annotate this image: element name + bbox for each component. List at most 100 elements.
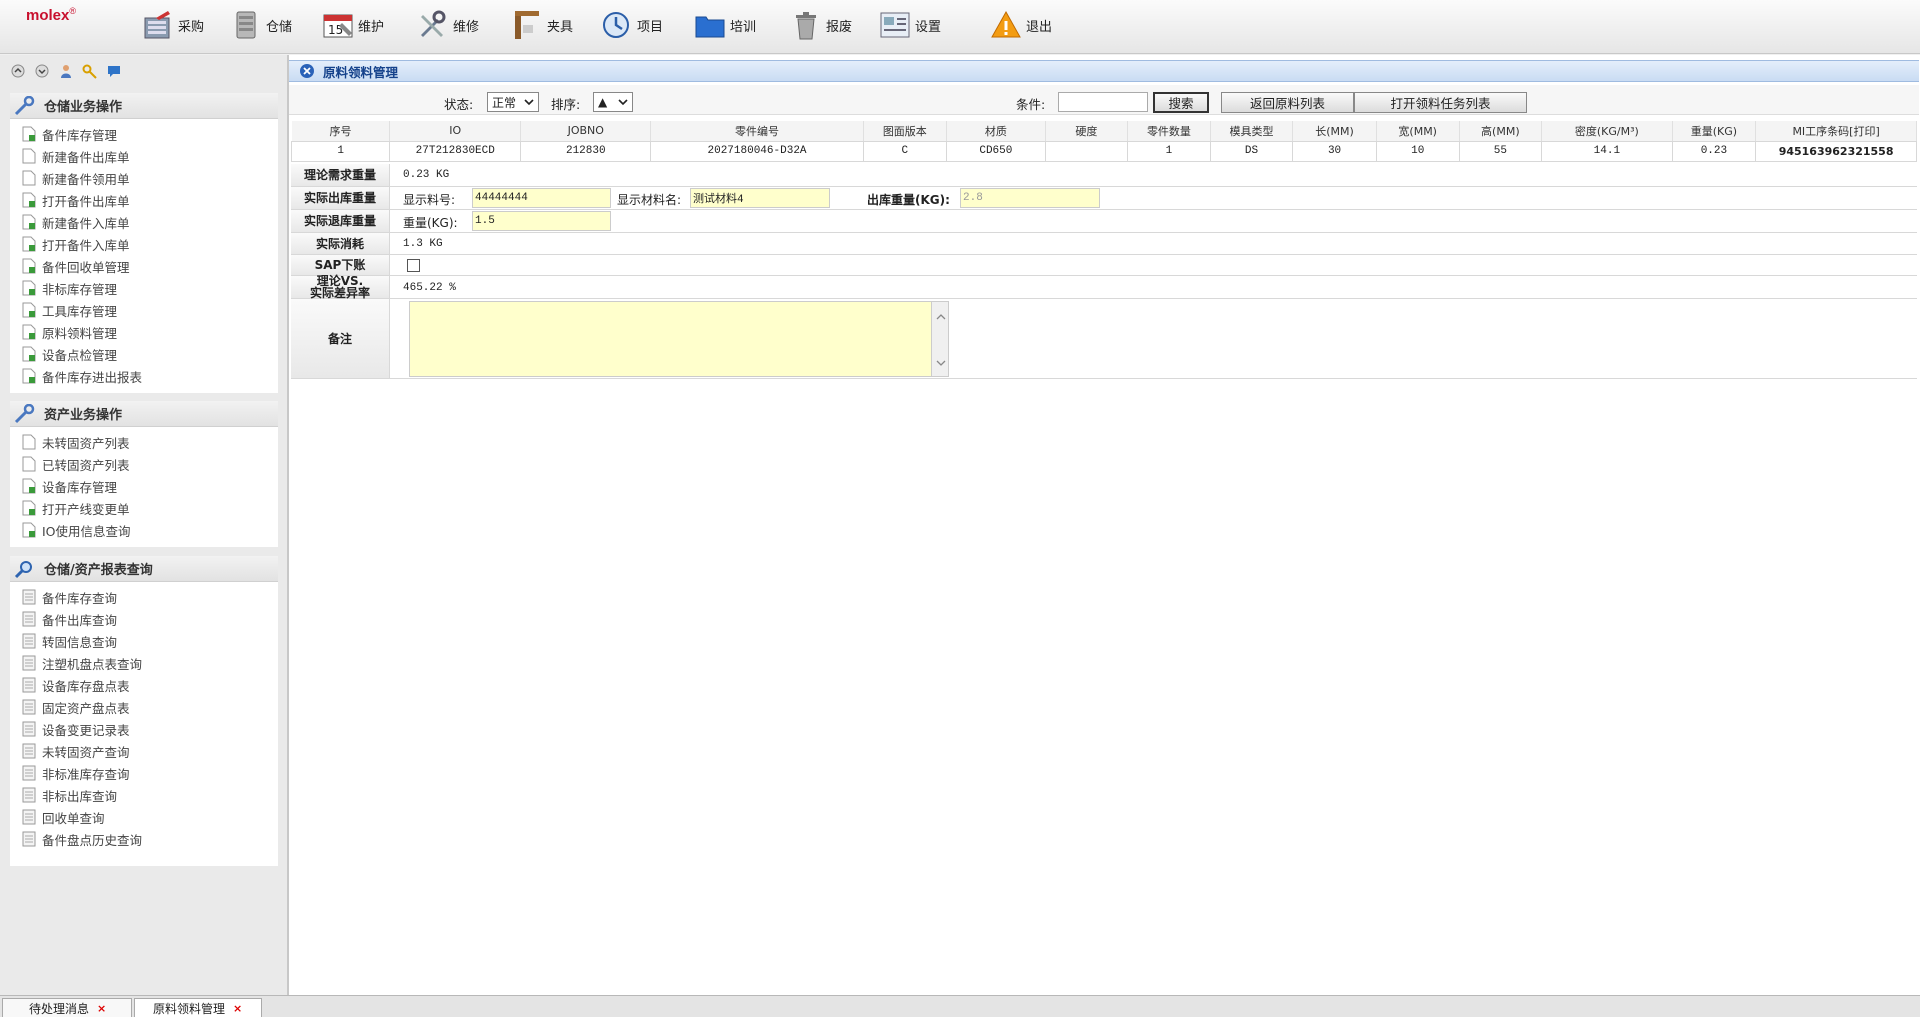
collapse-up-icon[interactable] xyxy=(10,63,26,79)
sidebar-item[interactable]: 设备库存盘点表 xyxy=(10,674,278,696)
close-panel-icon[interactable] xyxy=(299,63,315,79)
column-header[interactable]: 图面版本 xyxy=(863,121,948,142)
column-header[interactable]: 重量(KG) xyxy=(1672,121,1757,142)
column-header[interactable]: 长(MM) xyxy=(1292,121,1377,142)
sidebar-item[interactable]: IO使用信息查询 xyxy=(10,519,278,541)
column-header[interactable]: 宽(MM) xyxy=(1376,121,1460,142)
sidebar-item[interactable]: 非标库存管理 xyxy=(10,277,278,299)
sidebar-item[interactable]: 已转固资产列表 xyxy=(10,453,278,475)
toolbar-purchase-button[interactable]: 采购 xyxy=(142,5,204,45)
sidebar-item[interactable]: 新建备件入库单 xyxy=(10,211,278,233)
sidebar-item[interactable]: 备件库存管理 xyxy=(10,123,278,145)
toolbar-settings-button[interactable]: 设置 xyxy=(879,5,941,45)
document-icon xyxy=(22,170,36,186)
sidebar-item[interactable]: 新建备件领用单 xyxy=(10,167,278,189)
sidebar-item-label: 备件库存查询 xyxy=(42,590,118,606)
sidebar-item[interactable]: 未转固资产列表 xyxy=(10,431,278,453)
column-header[interactable]: 高(MM) xyxy=(1459,121,1543,142)
weight-field[interactable]: 1.5 xyxy=(472,211,611,231)
purchase-icon xyxy=(144,11,170,39)
diff-value: 465.22 % xyxy=(403,282,456,294)
column-header[interactable]: 材质 xyxy=(946,121,1046,142)
sidebar-item[interactable]: 非标出库查询 xyxy=(10,784,278,806)
sidebar-item[interactable]: 转固信息查询 xyxy=(10,630,278,652)
toolbar-fixture-button[interactable]: 夹具 xyxy=(511,5,573,45)
column-header[interactable]: JOBNO xyxy=(520,121,652,142)
search-button[interactable]: 搜索 xyxy=(1153,92,1209,113)
sidebar-item[interactable]: 回收单查询 xyxy=(10,806,278,828)
diff-label: 理论VS. 实际差异率 xyxy=(291,275,390,299)
chat-icon[interactable] xyxy=(106,63,122,79)
table-cell: 1 xyxy=(1127,140,1211,162)
sidebar-item[interactable]: 新建备件出库单 xyxy=(10,145,278,167)
toolbar-storage-button[interactable]: 仓储 xyxy=(230,5,292,45)
tab-material-picking[interactable]: 原料领料管理 × xyxy=(134,998,262,1017)
scroll-down-icon[interactable] xyxy=(935,358,947,368)
section-header[interactable]: 资产业务操作 xyxy=(10,401,278,427)
sidebar-item-label: 回收单查询 xyxy=(42,810,105,826)
wrench-icon xyxy=(14,95,35,115)
status-select[interactable]: 正常 xyxy=(487,92,539,112)
column-header[interactable]: 零件数量 xyxy=(1127,121,1211,142)
sidebar-item-label: 未转固资产查询 xyxy=(42,744,130,760)
sidebar-item[interactable]: 备件库存进出报表 xyxy=(10,365,278,387)
sap-checkbox[interactable] xyxy=(407,259,420,272)
sort-select[interactable]: ▲ xyxy=(593,92,633,112)
toolbar-project-button[interactable]: 项目 xyxy=(601,5,663,45)
sidebar-item[interactable]: 备件盘点历史查询 xyxy=(10,828,278,850)
mat-no-label: 显示料号: xyxy=(403,193,456,207)
back-to-list-button[interactable]: 返回原料列表 xyxy=(1221,92,1354,113)
condition-input[interactable] xyxy=(1058,92,1148,112)
sidebar-item[interactable]: 打开产线变更单 xyxy=(10,497,278,519)
mat-no-field[interactable]: 44444444 xyxy=(472,188,611,208)
sidebar-item[interactable]: 注塑机盘点表查询 xyxy=(10,652,278,674)
toolbar-repair-button[interactable]: 维修 xyxy=(417,5,479,45)
sidebar-item[interactable]: 设备点检管理 xyxy=(10,343,278,365)
remark-scrollbar[interactable] xyxy=(931,301,949,377)
remark-textarea[interactable] xyxy=(409,301,949,377)
close-tab-icon[interactable]: × xyxy=(233,1002,242,1015)
key-icon[interactable] xyxy=(82,63,98,79)
tab-pending-messages[interactable]: 待处理消息 × xyxy=(2,998,132,1017)
sidebar-item[interactable]: 备件库存查询 xyxy=(10,586,278,608)
expand-down-icon[interactable] xyxy=(34,63,50,79)
open-task-list-button[interactable]: 打开领料任务列表 xyxy=(1354,92,1527,113)
toolbar-maintain-button[interactable]: 15 维护 xyxy=(322,5,384,45)
column-header[interactable]: 密度(KG/M³) xyxy=(1541,121,1673,142)
sidebar-item[interactable]: 备件出库查询 xyxy=(10,608,278,630)
table-cell: 27T212830ECD xyxy=(389,140,522,162)
sidebar-item[interactable]: 打开备件入库单 xyxy=(10,233,278,255)
sidebar-item[interactable]: 未转固资产查询 xyxy=(10,740,278,762)
sidebar-item-label: 设备点检管理 xyxy=(42,347,118,363)
column-header[interactable]: 序号 xyxy=(291,121,391,142)
section-header[interactable]: 仓储业务操作 xyxy=(10,93,278,119)
table-row[interactable]: 1 27T212830ECD 212830 2027180046-D32A C CD650… xyxy=(290,140,1917,162)
close-tab-icon[interactable]: × xyxy=(97,1002,106,1015)
column-header[interactable]: IO xyxy=(389,121,522,142)
sidebar-item[interactable]: 设备库存管理 xyxy=(10,475,278,497)
toolbar-exit-button[interactable]: 退出 xyxy=(990,5,1052,45)
table-cell: CD650 xyxy=(946,140,1046,162)
sidebar-item[interactable]: 原料领料管理 xyxy=(10,321,278,343)
sidebar-item[interactable]: 备件回收单管理 xyxy=(10,255,278,277)
scroll-up-icon[interactable] xyxy=(935,312,947,322)
toolbar-training-button[interactable]: 培训 xyxy=(694,5,756,45)
table-cell: 945163962321558 xyxy=(1755,140,1917,162)
sidebar-item[interactable]: 固定资产盘点表 xyxy=(10,696,278,718)
section-reports: 仓储/资产报表查询 备件库存查询备件出库查询 转固信息查询 注塑机盘点表查询 设备库存… xyxy=(10,556,278,866)
sidebar-item[interactable]: 设备变更记录表 xyxy=(10,718,278,740)
sidebar-item[interactable]: 工具库存管理 xyxy=(10,299,278,321)
mat-name-field[interactable]: 测试材料4 xyxy=(690,188,830,208)
column-header[interactable]: 硬度 xyxy=(1045,121,1129,142)
out-weight-field[interactable]: 2.8 xyxy=(960,188,1100,208)
column-header[interactable]: MI工序条码[打印] xyxy=(1755,121,1917,142)
sidebar-item[interactable]: 打开备件出库单 xyxy=(10,189,278,211)
sidebar-item[interactable]: 非标准库存查询 xyxy=(10,762,278,784)
molex-logo: molex® xyxy=(26,6,76,24)
column-header[interactable]: 模具类型 xyxy=(1210,121,1294,142)
column-header[interactable]: 零件编号 xyxy=(650,121,864,142)
section-header[interactable]: 仓储/资产报表查询 xyxy=(10,556,278,582)
sidebar-item-label: 设备库存管理 xyxy=(42,479,118,495)
user-icon[interactable] xyxy=(58,63,74,79)
toolbar-scrap-button[interactable]: 报废 xyxy=(790,5,852,45)
